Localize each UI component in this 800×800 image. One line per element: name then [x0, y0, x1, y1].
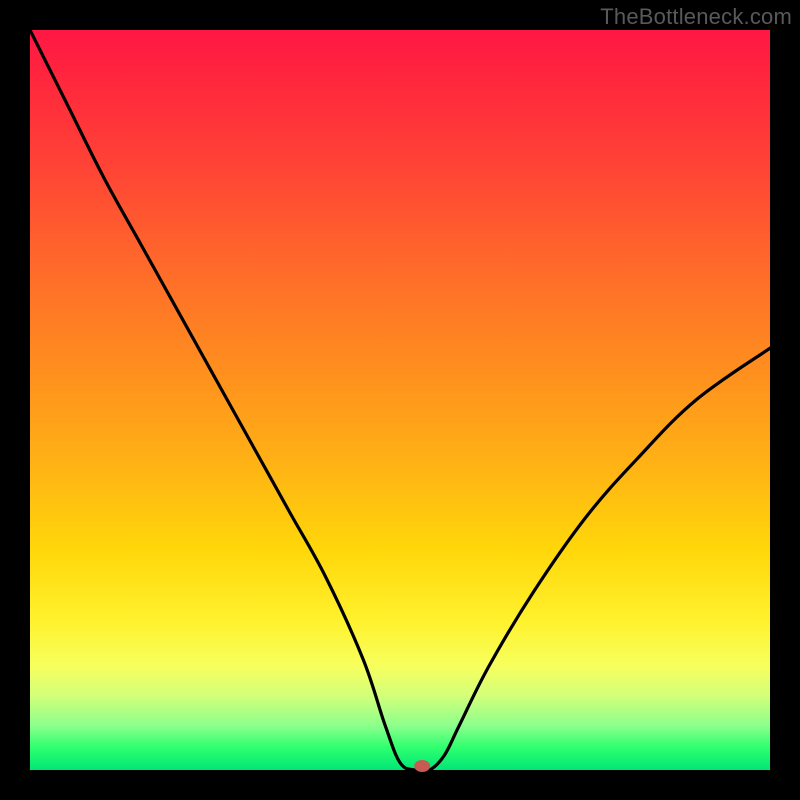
optimum-marker	[414, 760, 430, 772]
bottleneck-curve-path	[30, 30, 770, 772]
watermark-text: TheBottleneck.com	[600, 4, 792, 30]
plot-area	[30, 30, 770, 770]
chart-frame: TheBottleneck.com	[0, 0, 800, 800]
curve-svg	[30, 30, 770, 770]
